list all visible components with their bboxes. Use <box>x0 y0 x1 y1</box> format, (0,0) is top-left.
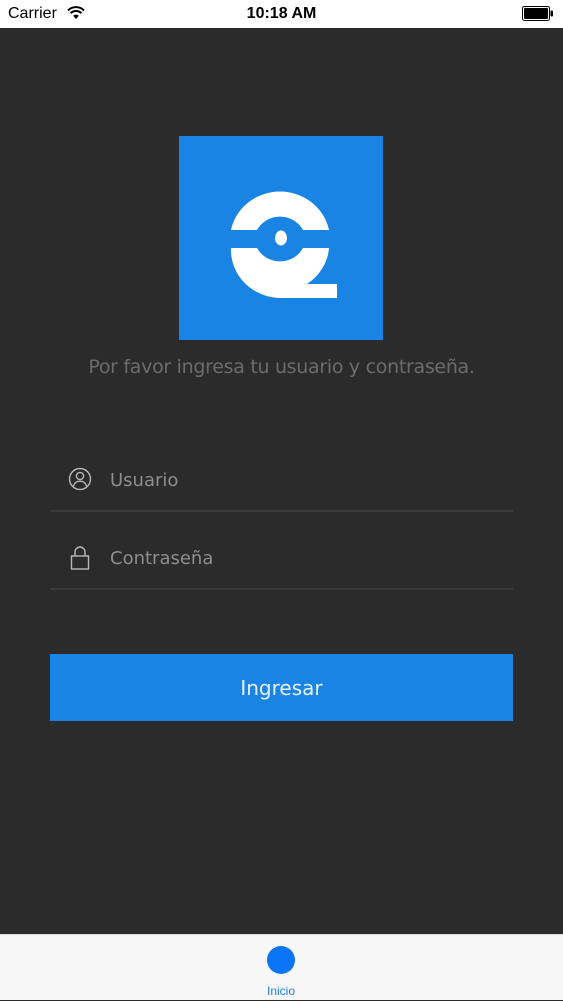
login-button[interactable]: Ingresar <box>50 654 513 721</box>
tab-bar: Inicio <box>0 934 563 1000</box>
tab-inicio[interactable]: Inicio <box>241 935 321 1001</box>
user-icon <box>68 467 92 496</box>
login-screen: Por favor ingresa tu usuario y contraseñ… <box>0 28 563 934</box>
password-input[interactable] <box>110 542 490 574</box>
status-bar: Carrier 10:18 AM <box>0 0 563 28</box>
login-prompt: Por favor ingresa tu usuario y contraseñ… <box>88 356 475 378</box>
username-field-row <box>50 450 513 512</box>
home-dot-icon <box>267 946 295 974</box>
clock: 10:18 AM <box>246 5 317 22</box>
tab-label: Inicio <box>266 984 295 998</box>
password-field-row <box>50 528 513 590</box>
battery-icon <box>522 6 554 26</box>
lock-icon <box>68 545 92 576</box>
username-input[interactable] <box>110 464 490 496</box>
app-logo <box>179 136 383 340</box>
